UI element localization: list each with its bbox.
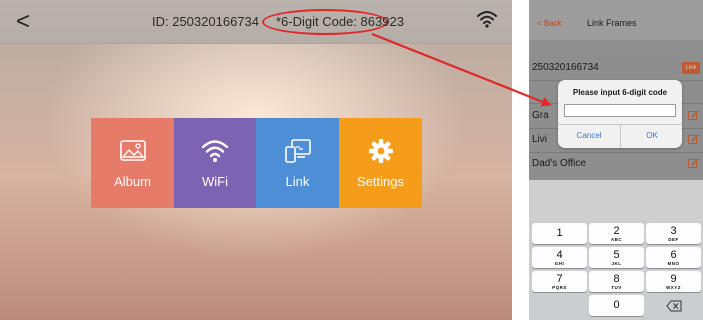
tablet-top-bar: < ID: 250320166734 *6-Digit Code: 863923 — [0, 0, 512, 44]
tablet-home-screen: < ID: 250320166734 *6-Digit Code: 863923… — [0, 0, 512, 320]
link-button[interactable]: Link — [682, 62, 700, 74]
settings-tile-label: Settings — [357, 174, 404, 189]
cancel-button[interactable]: Cancel — [558, 131, 620, 140]
frame-id-label: 250320166734 — [532, 62, 599, 73]
key-letters: PQRS — [552, 285, 567, 290]
six-digit-code-label: *6-Digit Code: 863923 — [276, 14, 404, 29]
phone-link-frames-screen: < Back Link Frames 250320166734 Link Gra… — [529, 0, 703, 320]
key-letters: MNO — [667, 261, 680, 266]
numeric-keypad: 1 2 ABC 3 DEF 4 GHI 5 JKL 6 MNO 7 PQRS 8… — [529, 221, 703, 320]
key-letters: GHI — [554, 261, 565, 266]
key-number: 1 — [556, 227, 563, 239]
key-letters: JKL — [611, 261, 622, 266]
list-item[interactable]: Dad's Office — [529, 152, 703, 176]
key-letters: ABC — [610, 237, 623, 242]
code-input[interactable] — [564, 104, 676, 117]
wifi-icon — [477, 11, 497, 28]
back-button[interactable]: < — [10, 8, 36, 36]
key-number: 0 — [613, 299, 620, 311]
key-5[interactable]: 5 JKL — [589, 247, 644, 268]
key-9[interactable]: 9 WXYZ — [646, 271, 701, 292]
key-6[interactable]: 6 MNO — [646, 247, 701, 268]
key-3[interactable]: 3 DEF — [646, 223, 701, 244]
key-letters: TUV — [611, 285, 622, 290]
phone-nav-bar: < Back Link Frames — [529, 0, 703, 40]
wifi-tile-label: WiFi — [202, 174, 228, 189]
phone-page-title: Link Frames — [587, 18, 637, 28]
dialog-title: Please input 6-digit code — [572, 88, 668, 97]
key-7[interactable]: 7 PQRS — [532, 271, 587, 292]
link-tile-label: Link — [285, 174, 310, 189]
key-letters: WXYZ — [666, 285, 681, 290]
key-number: 5 — [613, 249, 620, 261]
frame-name: Livi — [532, 134, 548, 145]
image-icon — [119, 140, 146, 161]
link-tile[interactable]: Link — [256, 118, 339, 208]
settings-tile[interactable]: Settings — [339, 118, 422, 208]
wifi-icon — [201, 140, 229, 162]
edit-icon[interactable] — [688, 110, 699, 121]
key-4[interactable]: 4 GHI — [532, 247, 587, 268]
key-number: 2 — [613, 225, 620, 237]
key-number: 8 — [613, 273, 620, 285]
key-8[interactable]: 8 TUV — [589, 271, 644, 292]
key-0[interactable]: 0 — [589, 295, 644, 316]
delete-key[interactable] — [646, 295, 701, 316]
key-number: 7 — [556, 273, 563, 285]
key-1[interactable]: 1 — [532, 223, 587, 244]
keyboard-spacer — [529, 180, 703, 221]
frame-id-row: 250320166734 Link — [529, 56, 703, 80]
key-number: 4 — [556, 249, 563, 261]
album-tile[interactable]: Album — [91, 118, 174, 208]
key-number: 3 — [670, 225, 677, 237]
device-id-label: ID: 250320166734 — [152, 14, 259, 29]
link-devices-icon — [284, 139, 311, 163]
album-tile-label: Album — [114, 174, 151, 189]
phone-subheader — [529, 40, 703, 56]
ok-button[interactable]: OK — [621, 131, 683, 140]
phone-back-button[interactable]: < Back — [537, 19, 562, 28]
edit-icon[interactable] — [688, 158, 699, 169]
home-menu-tiles: Album WiFi Link Settings — [91, 118, 422, 208]
frame-name: Dad's Office — [532, 158, 586, 169]
key-number: 9 — [670, 273, 677, 285]
key-2[interactable]: 2 ABC — [589, 223, 644, 244]
frame-name: Gra — [532, 110, 549, 121]
edit-icon[interactable] — [688, 134, 699, 145]
key-letters: DEF — [668, 237, 679, 242]
chevron-left-icon: < — [15, 8, 30, 35]
backspace-icon — [665, 300, 681, 312]
gear-icon — [368, 139, 393, 163]
wifi-tile[interactable]: WiFi — [174, 118, 256, 208]
key-number: 6 — [670, 249, 677, 261]
code-input-dialog: Please input 6-digit code Cancel OK — [558, 80, 682, 148]
key-blank — [532, 295, 587, 316]
